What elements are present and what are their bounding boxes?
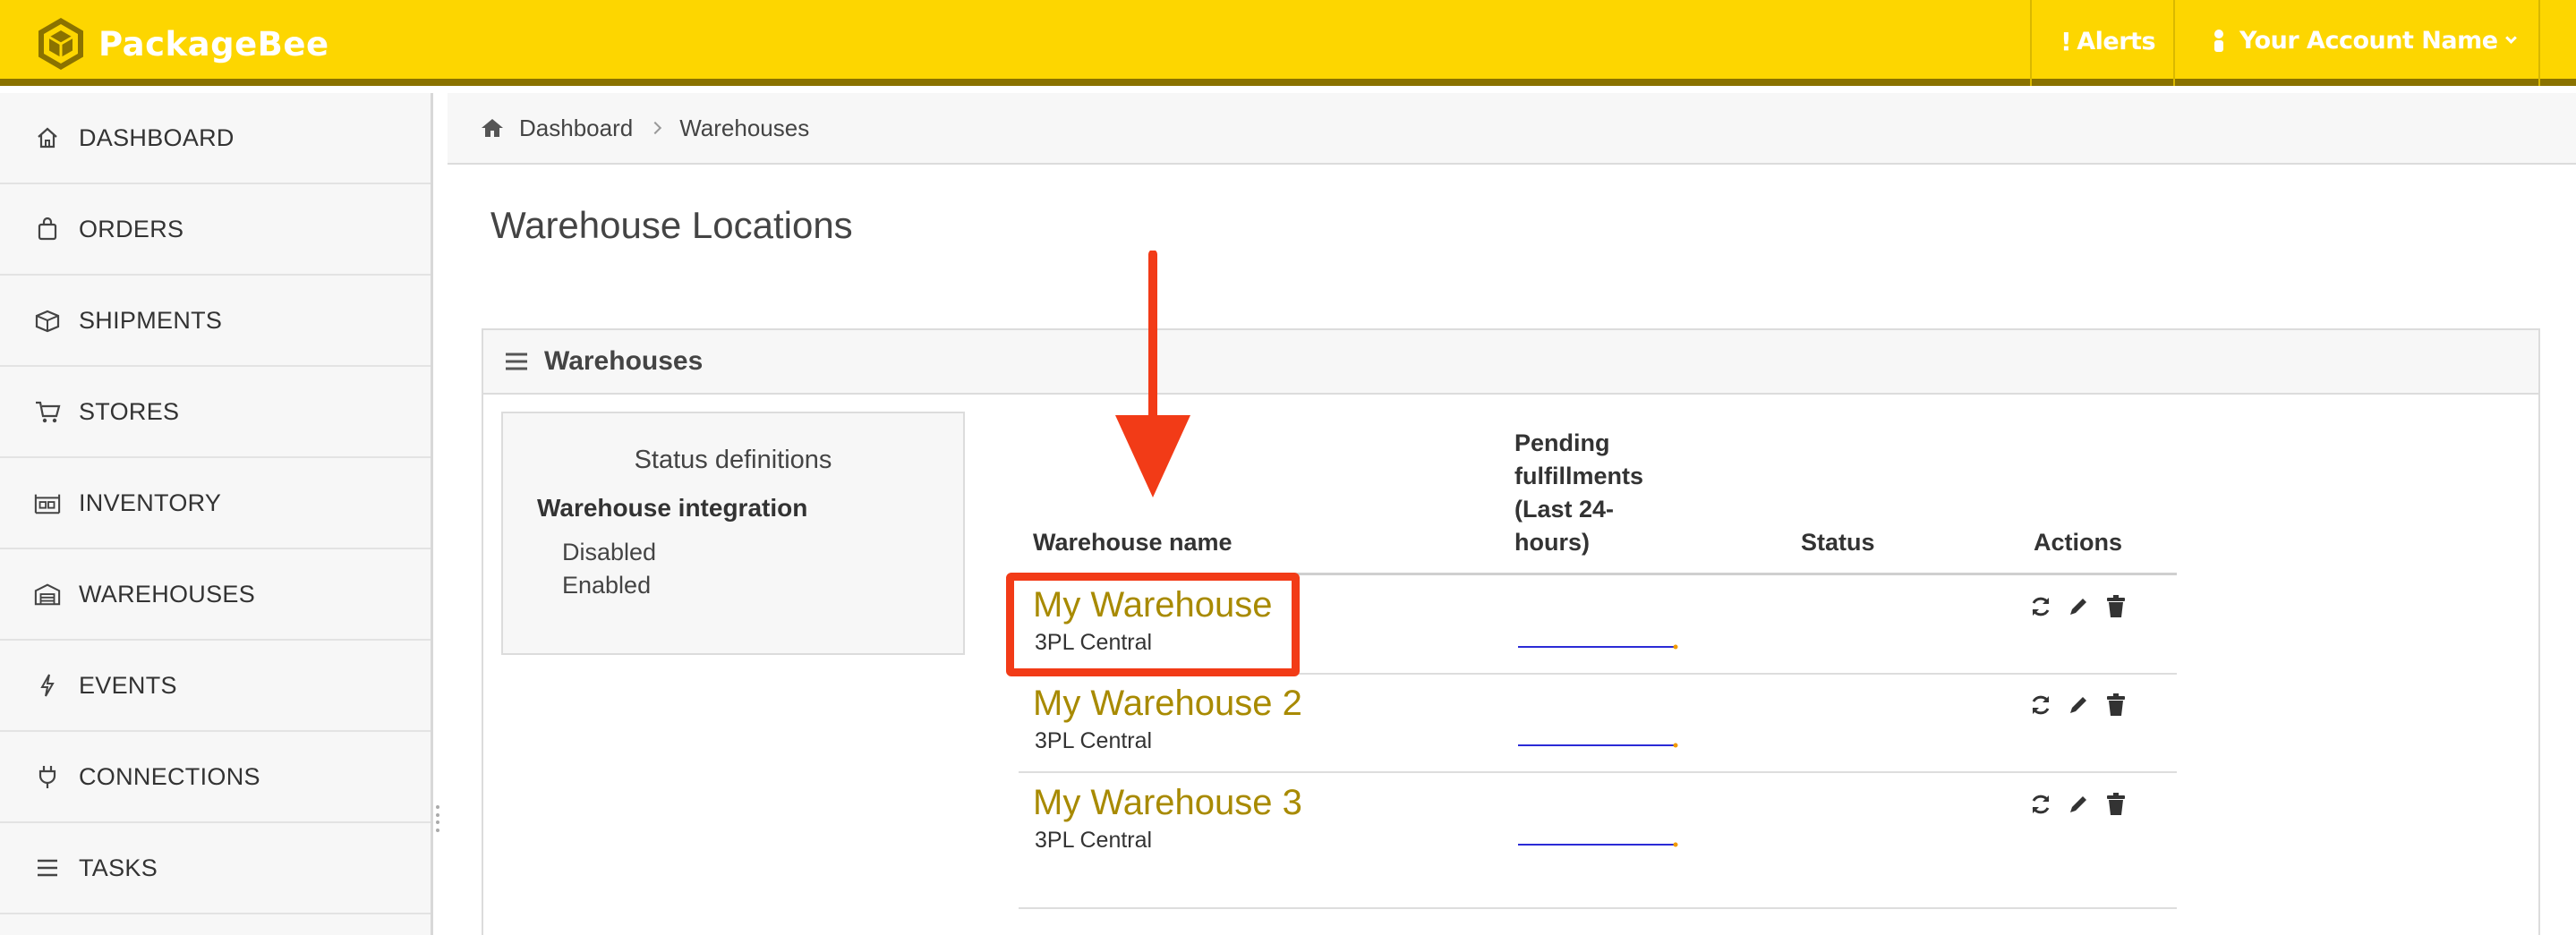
sidebar-item-dashboard[interactable]: DASHBOARD (0, 93, 431, 184)
sidebar-item-label: DASHBOARD (79, 123, 235, 151)
refresh-icon[interactable] (2028, 792, 2053, 817)
warehouse-provider: 3PL Central (1035, 828, 1153, 853)
page-title: Warehouse Locations (490, 204, 853, 246)
column-header-pending-line: fulfillments (1514, 463, 1644, 489)
trash-icon[interactable] (2103, 792, 2128, 817)
annotation-arrow-icon (1115, 251, 1190, 497)
warehouse-provider: 3PL Central (1035, 728, 1153, 753)
header-divider (2030, 0, 2032, 86)
column-header-pending-line: (Last 24- (1514, 496, 1615, 523)
header-divider (2538, 0, 2540, 86)
shopping-bag-icon (34, 216, 61, 242)
row-divider (1019, 771, 2177, 773)
panel-title: Warehouses (544, 346, 704, 376)
column-header-pending: Pending fulfillments (Last 24- hours) (1514, 427, 1643, 559)
column-header-status: Status (1801, 529, 1875, 556)
refresh-icon[interactable] (2028, 693, 2053, 718)
brand-link[interactable]: PackageBee (32, 16, 329, 72)
pending-sparkline (1518, 743, 1678, 748)
account-menu[interactable]: Your Account Name (2211, 27, 2517, 55)
menu-icon (506, 353, 527, 370)
pending-sparkline (1518, 842, 1678, 847)
status-definitions-subtitle: Warehouse integration (537, 494, 808, 522)
sidebar-item-events[interactable]: EVENTS (0, 641, 431, 732)
sidebar-item-label: EVENTS (79, 671, 177, 699)
sidebar-item-tasks[interactable]: TASKS (0, 823, 431, 914)
edit-pencil-icon[interactable] (2066, 594, 2091, 619)
top-navbar: PackageBee ! Alerts Your Account Name (0, 0, 2576, 86)
status-definitions-box: Status definitions Warehouse integration… (501, 412, 965, 655)
list-icon (34, 854, 61, 881)
column-header-name: Warehouse name (1033, 529, 1233, 556)
breadcrumb-dashboard-link[interactable]: Dashboard (519, 115, 633, 142)
sidebar-item-label: WAREHOUSES (79, 580, 256, 608)
home-icon (34, 124, 61, 151)
row-actions (2028, 693, 2128, 718)
column-header-pending-line: Pending (1514, 429, 1610, 456)
trash-icon[interactable] (2103, 594, 2128, 619)
sidebar-item-inventory[interactable]: INVENTORY (0, 458, 431, 549)
refresh-icon[interactable] (2028, 594, 2053, 619)
cart-icon (34, 398, 61, 425)
sidebar: DASHBOARD ORDERS SHIPMENTS STORES INVENT… (0, 93, 433, 935)
package-icon (34, 307, 61, 334)
row-actions (2028, 594, 2128, 619)
row-actions (2028, 792, 2128, 817)
packagebee-logo-icon (38, 18, 83, 70)
column-header-actions: Actions (2034, 529, 2123, 556)
breadcrumb-current: Warehouses (679, 114, 810, 141)
warehouse-shelf-icon (34, 489, 61, 516)
warehouse-name-link[interactable]: My Warehouse 2 (1033, 684, 1302, 724)
trash-icon[interactable] (2103, 693, 2128, 718)
sidebar-item-warehouses[interactable]: WAREHOUSES (0, 549, 431, 641)
status-definitions-title: Status definitions (634, 446, 832, 474)
sidebar-item-label: TASKS (79, 854, 158, 881)
sidebar-item-label: ORDERS (79, 215, 184, 242)
breadcrumb: Dashboard Warehouses (448, 93, 2576, 165)
warehouse-name-link[interactable]: My Warehouse 3 (1033, 783, 1302, 823)
sidebar-resize-handle[interactable] (436, 805, 441, 832)
sidebar-item-label: INVENTORY (79, 489, 222, 516)
user-icon (2214, 29, 2223, 52)
header-divider (2173, 0, 2175, 86)
alerts-label: Alerts (2077, 28, 2156, 55)
home-icon[interactable] (480, 117, 505, 139)
sidebar-item-connections[interactable]: CONNECTIONS (0, 732, 431, 823)
row-divider (1019, 907, 2177, 909)
panel-header: Warehouses (483, 330, 2538, 395)
sidebar-item-label: CONNECTIONS (79, 762, 260, 790)
pending-sparkline (1518, 644, 1678, 650)
account-name: Your Account Name (2239, 27, 2498, 55)
sidebar-item-shipments[interactable]: SHIPMENTS (0, 276, 431, 367)
warehouse-icon (34, 581, 61, 608)
column-header-pending-line: hours) (1514, 529, 1590, 556)
status-definition-item: Disabled (562, 539, 657, 565)
highlight-box (1006, 573, 1300, 676)
edit-pencil-icon[interactable] (2066, 693, 2091, 718)
brand-name: PackageBee (98, 24, 329, 64)
sidebar-item-label: STORES (79, 397, 180, 425)
lightning-icon (34, 672, 61, 699)
sidebar-item-stores[interactable]: STORES (0, 367, 431, 458)
alerts-link[interactable]: ! Alerts (2060, 27, 2156, 56)
sidebar-item-orders[interactable]: ORDERS (0, 184, 431, 276)
chevron-right-icon (649, 121, 662, 135)
edit-pencil-icon[interactable] (2066, 792, 2091, 817)
chevron-down-icon (2504, 32, 2517, 44)
sidebar-item-label: SHIPMENTS (79, 306, 223, 334)
status-definition-item: Enabled (562, 572, 652, 599)
alert-exclamation-icon: ! (2060, 27, 2072, 56)
plug-icon (34, 763, 61, 790)
